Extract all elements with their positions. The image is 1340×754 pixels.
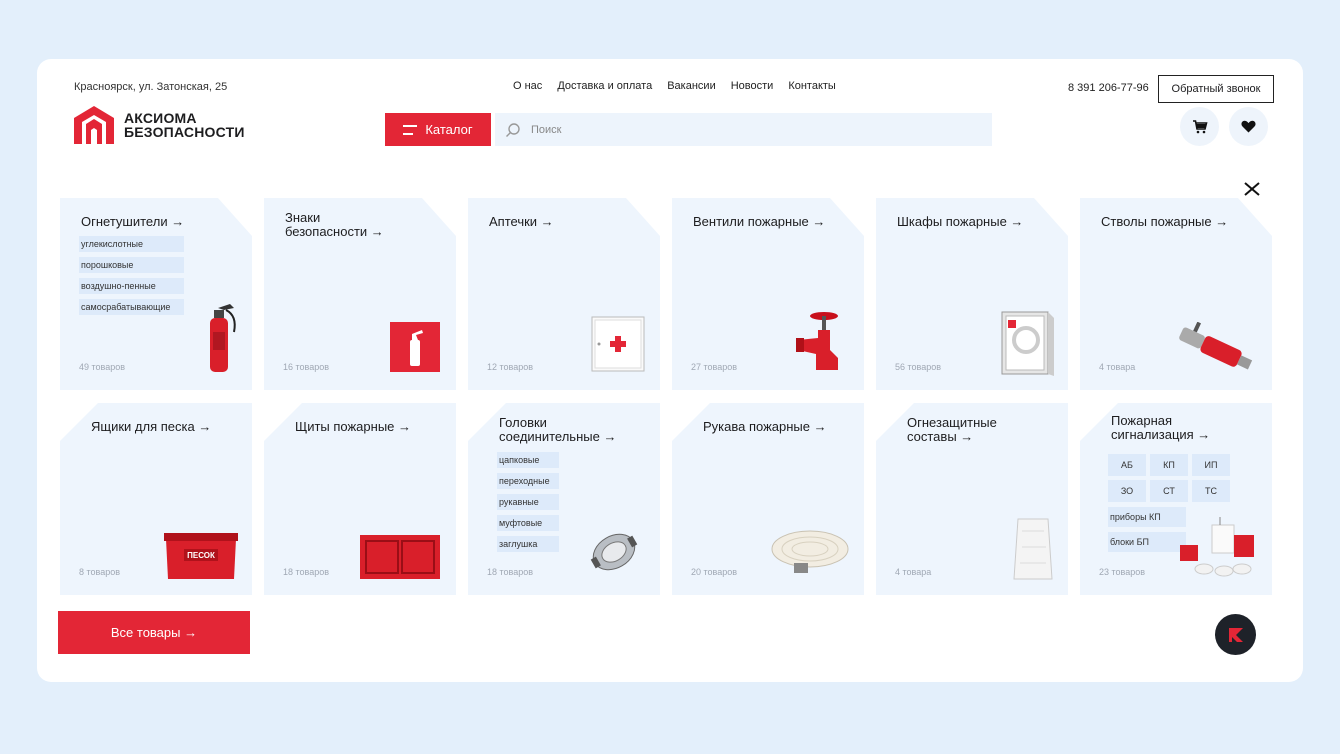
category-card-alarm[interactable]: Пожарная сигнализация → АБ КП ИП ЗО СТ Т… xyxy=(1080,403,1272,595)
search-icon[interactable] xyxy=(505,122,521,138)
tag-perehodnye[interactable]: переходные xyxy=(497,473,559,489)
fire-extinguisher-icon xyxy=(210,304,236,372)
card-title: Щиты пожарные → xyxy=(295,419,412,434)
tag-co2[interactable]: углекислотные xyxy=(79,236,184,252)
cart-icon xyxy=(1192,119,1208,133)
first-aid-kit-icon xyxy=(591,316,645,372)
tag-auto[interactable]: самосрабатывающие xyxy=(79,299,184,315)
tag-grid: АБ КП ИП ЗО СТ ТС xyxy=(1108,454,1230,502)
tag-ts[interactable]: ТС xyxy=(1192,480,1230,502)
card-count: 18 товаров xyxy=(283,567,330,577)
coupling-head-icon xyxy=(590,533,638,571)
card-count: 20 товаров xyxy=(691,567,738,577)
nav-contacts[interactable]: Контакты xyxy=(788,80,836,92)
close-icon[interactable] xyxy=(1243,181,1261,197)
tag-tsapkovye[interactable]: цапковые xyxy=(497,452,559,468)
tag-zo[interactable]: ЗО xyxy=(1108,480,1146,502)
cart-button[interactable] xyxy=(1180,107,1219,146)
card-count: 12 товаров xyxy=(487,362,534,372)
sand-box-icon: ПЕСОК xyxy=(164,533,238,579)
card-title: Огнетушители → xyxy=(81,214,185,229)
phone-number[interactable]: 8 391 206-77-96 xyxy=(1068,82,1149,94)
logo[interactable]: АКСИОМА БЕЗОПАСНОСТИ xyxy=(72,104,245,146)
search-bar xyxy=(495,113,992,146)
card-title: Ящики для песка → xyxy=(91,419,212,434)
card-count: 27 товаров xyxy=(691,362,738,372)
catalog-label: Каталог xyxy=(425,122,473,137)
nav-delivery[interactable]: Доставка и оплата xyxy=(557,80,652,92)
card-title: Головки соединительные → xyxy=(499,415,617,444)
top-nav: О нас Доставка и оплата Вакансии Новости… xyxy=(513,80,836,92)
tag-ip[interactable]: ИП xyxy=(1192,454,1230,476)
tag-list: приборы КП блоки БП xyxy=(1108,507,1186,552)
fire-cabinet-icon xyxy=(1001,311,1054,376)
category-card-couplings[interactable]: Головки соединительные → цапковые перехо… xyxy=(468,403,660,595)
card-count: 4 товара xyxy=(895,567,932,577)
card-count: 18 товаров xyxy=(487,567,534,577)
category-card-fireproofing[interactable]: Огнезащитные составы → 4 товара xyxy=(876,403,1068,595)
favorites-button[interactable] xyxy=(1229,107,1268,146)
tag-powder[interactable]: порошковые xyxy=(79,257,184,273)
fire-hose-icon xyxy=(771,530,849,573)
menu-icon xyxy=(403,124,418,135)
nav-about[interactable]: О нас xyxy=(513,80,542,92)
category-card-extinguishers[interactable]: Огнетушители → углекислотные порошковые … xyxy=(60,198,252,390)
card-title: Аптечки → xyxy=(489,214,554,229)
card-title: Шкафы пожарные → xyxy=(897,214,1024,229)
tag-muftovye[interactable]: муфтовые xyxy=(497,515,559,531)
tag-pribory-kp[interactable]: приборы КП xyxy=(1108,507,1186,527)
tag-list: цапковые переходные рукавные муфтовые за… xyxy=(497,452,559,552)
search-input[interactable] xyxy=(531,123,951,136)
chat-icon xyxy=(1228,627,1243,642)
safety-sign-icon xyxy=(390,322,440,372)
nav-news[interactable]: Новости xyxy=(731,80,774,92)
card-count: 49 товаров xyxy=(79,362,126,372)
category-card-fire-panels[interactable]: Щиты пожарные → 18 товаров xyxy=(264,403,456,595)
category-card-valves[interactable]: Вентили пожарные → 27 товаров xyxy=(672,198,864,390)
category-card-sand-boxes[interactable]: Ящики для песка → ПЕСОК 8 товаров xyxy=(60,403,252,595)
tag-kp[interactable]: КП xyxy=(1150,454,1188,476)
card-title: Стволы пожарные → xyxy=(1101,214,1229,229)
logo-line1: АКСИОМА xyxy=(124,110,197,126)
nav-vacancies[interactable]: Вакансии xyxy=(667,80,716,92)
tag-ab[interactable]: АБ xyxy=(1108,454,1146,476)
card-count: 16 товаров xyxy=(283,362,330,372)
all-products-button[interactable]: Все товары → xyxy=(58,611,250,654)
chat-button[interactable] xyxy=(1215,614,1256,655)
card-title: Знаки безопасности → xyxy=(285,210,384,239)
card-title: Пожарная сигнализация → xyxy=(1111,413,1211,442)
category-card-nozzles[interactable]: Стволы пожарные → 4 товара xyxy=(1080,198,1272,390)
card-title: Вентили пожарные → xyxy=(693,214,826,229)
bag-icon xyxy=(1013,518,1053,580)
fire-valve-icon xyxy=(796,312,838,370)
category-card-cabinets[interactable]: Шкафы пожарные → 56 товаров xyxy=(876,198,1068,390)
tag-list: углекислотные порошковые воздушно-пенные… xyxy=(79,236,184,315)
tag-zaglushka[interactable]: заглушка xyxy=(497,536,559,552)
tag-bloki-bp[interactable]: блоки БП xyxy=(1108,532,1186,552)
card-title: Рукава пожарные → xyxy=(703,419,827,434)
tag-st[interactable]: СТ xyxy=(1150,480,1188,502)
logo-mark-icon xyxy=(74,106,114,144)
fire-panel-icon xyxy=(360,535,440,579)
logo-line2: БЕЗОПАСНОСТИ xyxy=(124,124,245,140)
category-card-signs[interactable]: Знаки безопасности → 16 товаров xyxy=(264,198,456,390)
catalog-button[interactable]: Каталог xyxy=(385,113,491,146)
card-count: 56 товаров xyxy=(895,362,942,372)
address: Красноярск, ул. Затонская, 25 xyxy=(74,81,228,93)
tag-foam[interactable]: воздушно-пенные xyxy=(79,278,184,294)
heart-icon xyxy=(1241,120,1256,133)
card-count: 23 товаров xyxy=(1099,567,1146,577)
fire-nozzle-icon xyxy=(1179,322,1253,370)
card-title: Огнезащитные составы → xyxy=(907,415,997,444)
card-count: 8 товаров xyxy=(79,567,121,577)
category-card-hoses[interactable]: Рукава пожарные → 20 товаров xyxy=(672,403,864,595)
callback-button[interactable]: Обратный звонок xyxy=(1158,75,1274,103)
tag-rukavnye[interactable]: рукавные xyxy=(497,494,559,510)
sand-label: ПЕСОК xyxy=(187,551,215,560)
category-card-first-aid[interactable]: Аптечки → 12 товаров xyxy=(468,198,660,390)
card-count: 4 товара xyxy=(1099,362,1136,372)
alarm-devices-icon xyxy=(1180,517,1254,577)
